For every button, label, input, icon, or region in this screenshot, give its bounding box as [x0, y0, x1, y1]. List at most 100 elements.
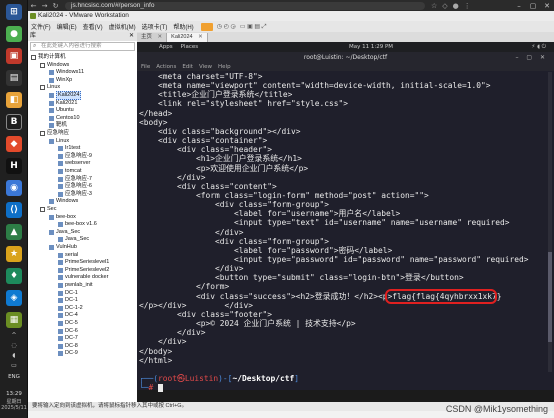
- terminal-menu-actions[interactable]: Actions: [156, 63, 176, 71]
- library-item[interactable]: 应急响应: [40, 130, 69, 137]
- library-item[interactable]: Windows11: [49, 69, 84, 76]
- terminal-window[interactable]: root@Luistin: ~/Desktop/ctf – ▢ ✕ File A…: [137, 52, 554, 393]
- menu-help[interactable]: 帮助(H): [170, 22, 196, 31]
- library-item[interactable]: WinXp: [49, 77, 72, 84]
- app-teal-icon[interactable]: ♦: [6, 268, 22, 284]
- terminal-menu-view[interactable]: View: [199, 63, 212, 71]
- tray-chevron-icon[interactable]: ^: [3, 332, 25, 339]
- library-item[interactable]: DC-4: [58, 312, 78, 319]
- url-field[interactable]: js.hncsisc.com/#/person_info: [65, 1, 425, 10]
- power-on-button[interactable]: [200, 22, 213, 31]
- app-dark-icon[interactable]: ▤: [6, 70, 22, 86]
- library-item[interactable]: webserver: [58, 160, 90, 167]
- view-mode-icon[interactable]: ▭ ▣ ▤ ⤢: [240, 23, 267, 31]
- windows-start-icon[interactable]: ⊞: [6, 4, 22, 20]
- star-icon[interactable]: ☆: [431, 2, 437, 10]
- library-item[interactable]: DC-7: [58, 335, 78, 342]
- volume-icon[interactable]: ◖: [3, 352, 25, 359]
- library-item[interactable]: bee-box: [49, 214, 76, 221]
- app-blue-icon[interactable]: ◉: [6, 180, 22, 196]
- close-icon[interactable]: ✕: [540, 0, 554, 11]
- host-clock-time[interactable]: 13:29: [0, 391, 28, 397]
- scrollbar-thumb[interactable]: [548, 252, 552, 342]
- library-item[interactable]: Ubuntu: [49, 107, 74, 114]
- close-tab-icon[interactable]: ✕: [198, 34, 203, 40]
- kali-system-tray-icon[interactable]: ⚡ ◖ ⏻: [531, 44, 546, 51]
- library-item[interactable]: Windows: [40, 62, 69, 69]
- menu-file[interactable]: 文件(F): [28, 22, 54, 31]
- app-yellow-icon[interactable]: ◧: [6, 92, 22, 108]
- app-orange-icon[interactable]: ◆: [6, 136, 22, 152]
- close-library-icon[interactable]: ✕: [129, 32, 134, 41]
- library-search-input[interactable]: ⌕ 在此处键入内容进行搜索: [30, 42, 135, 51]
- terminal-scrollbar[interactable]: [548, 72, 552, 372]
- library-item[interactable]: 应急响应-3: [58, 191, 92, 198]
- library-item[interactable]: Kali2024: [49, 91, 82, 100]
- vmware-icon[interactable]: ▦: [6, 312, 22, 328]
- terminal-output[interactable]: <meta charset="UTF-8"> <meta name="viewp…: [139, 71, 544, 393]
- kali-apps-menu[interactable]: Apps: [159, 44, 173, 50]
- library-item[interactable]: tomcat: [58, 168, 82, 175]
- maximize-icon[interactable]: ▢: [526, 0, 540, 11]
- menu-edit[interactable]: 编辑(E): [54, 22, 80, 31]
- library-item[interactable]: pwnlab_init: [58, 282, 93, 289]
- library-item[interactable]: 靶机: [49, 122, 67, 129]
- library-item[interactable]: 我的计算机: [31, 54, 66, 61]
- library-item[interactable]: vulnerable docker: [58, 274, 108, 281]
- app-b-icon[interactable]: B: [6, 114, 22, 130]
- kali-places-menu[interactable]: Places: [181, 44, 199, 50]
- library-item[interactable]: Windows: [49, 198, 78, 205]
- menu-view[interactable]: 查看(V): [80, 22, 106, 31]
- terminal-menu-edit[interactable]: Edit: [182, 63, 193, 71]
- snapshot-icon[interactable]: ◷ ◴ ◶: [217, 23, 236, 30]
- app-gold-icon[interactable]: ★: [6, 246, 22, 262]
- library-item[interactable]: 应急响应-6: [58, 183, 92, 190]
- tab-kali2024[interactable]: Kali2024 ✕: [167, 33, 208, 42]
- library-item[interactable]: serial: [58, 252, 78, 259]
- terminal-input-line[interactable]: └─#: [139, 383, 164, 393]
- library-item[interactable]: DC-9: [58, 350, 78, 357]
- library-item[interactable]: DC-1-2: [58, 305, 83, 312]
- minimize-icon[interactable]: –: [512, 0, 526, 11]
- library-item[interactable]: Sec: [40, 206, 56, 213]
- menu-tabs[interactable]: 选项卡(T): [139, 22, 171, 31]
- terminal-window-controls-icon[interactable]: – ▢ ✕: [515, 52, 548, 63]
- library-item[interactable]: DC-6: [58, 328, 78, 335]
- tab-home[interactable]: 主页 ✕: [137, 33, 168, 42]
- menu-icon[interactable]: ⋮: [464, 2, 471, 10]
- library-item[interactable]: Linux: [49, 138, 69, 145]
- app-red-icon[interactable]: ▣: [6, 48, 22, 64]
- battery-icon[interactable]: ▭: [3, 362, 25, 369]
- library-item[interactable]: DC-1: [58, 290, 78, 297]
- library-item[interactable]: Java_Sec: [49, 229, 80, 236]
- language-indicator[interactable]: ENG: [0, 374, 28, 380]
- library-item[interactable]: DC-8: [58, 343, 78, 350]
- app-green-icon[interactable]: ▲: [6, 224, 22, 240]
- forward-arrow-icon[interactable]: →: [39, 0, 50, 11]
- library-item[interactable]: DC-1: [58, 297, 78, 304]
- terminal-menu-help[interactable]: Help: [218, 63, 231, 71]
- reload-icon[interactable]: ↻: [50, 0, 61, 11]
- kali-clock[interactable]: May 11 1:29 PM: [349, 44, 393, 50]
- library-item[interactable]: Centos10: [49, 115, 80, 122]
- library-item[interactable]: Kali2021: [49, 100, 77, 107]
- app-h-icon[interactable]: H: [6, 158, 22, 174]
- library-item[interactable]: PrimeSerieslevel1: [58, 259, 109, 266]
- library-item[interactable]: DC-5: [58, 320, 78, 327]
- library-item[interactable]: 应急响应-7: [58, 176, 92, 183]
- menu-vm[interactable]: 虚拟机(M): [106, 22, 139, 31]
- back-arrow-icon[interactable]: ←: [28, 0, 39, 11]
- profile-icon[interactable]: ●: [453, 2, 459, 10]
- extension-icon[interactable]: ◇: [442, 2, 447, 10]
- library-item[interactable]: bee-box v1.6: [58, 221, 97, 228]
- library-item[interactable]: Ir1test: [58, 145, 80, 152]
- close-tab-icon[interactable]: ✕: [158, 34, 163, 40]
- library-item[interactable]: Java_Sec: [58, 236, 89, 243]
- library-item[interactable]: 应急响应-9: [58, 153, 92, 160]
- vscode-icon[interactable]: ⟨⟩: [6, 202, 22, 218]
- chrome-icon[interactable]: ●: [6, 26, 22, 42]
- library-item[interactable]: VulnHub: [49, 244, 77, 251]
- terminal-menu-file[interactable]: File: [141, 63, 150, 71]
- app-cyan-icon[interactable]: ◈: [6, 290, 22, 306]
- library-item[interactable]: PrimeSerieslevel2: [58, 267, 109, 274]
